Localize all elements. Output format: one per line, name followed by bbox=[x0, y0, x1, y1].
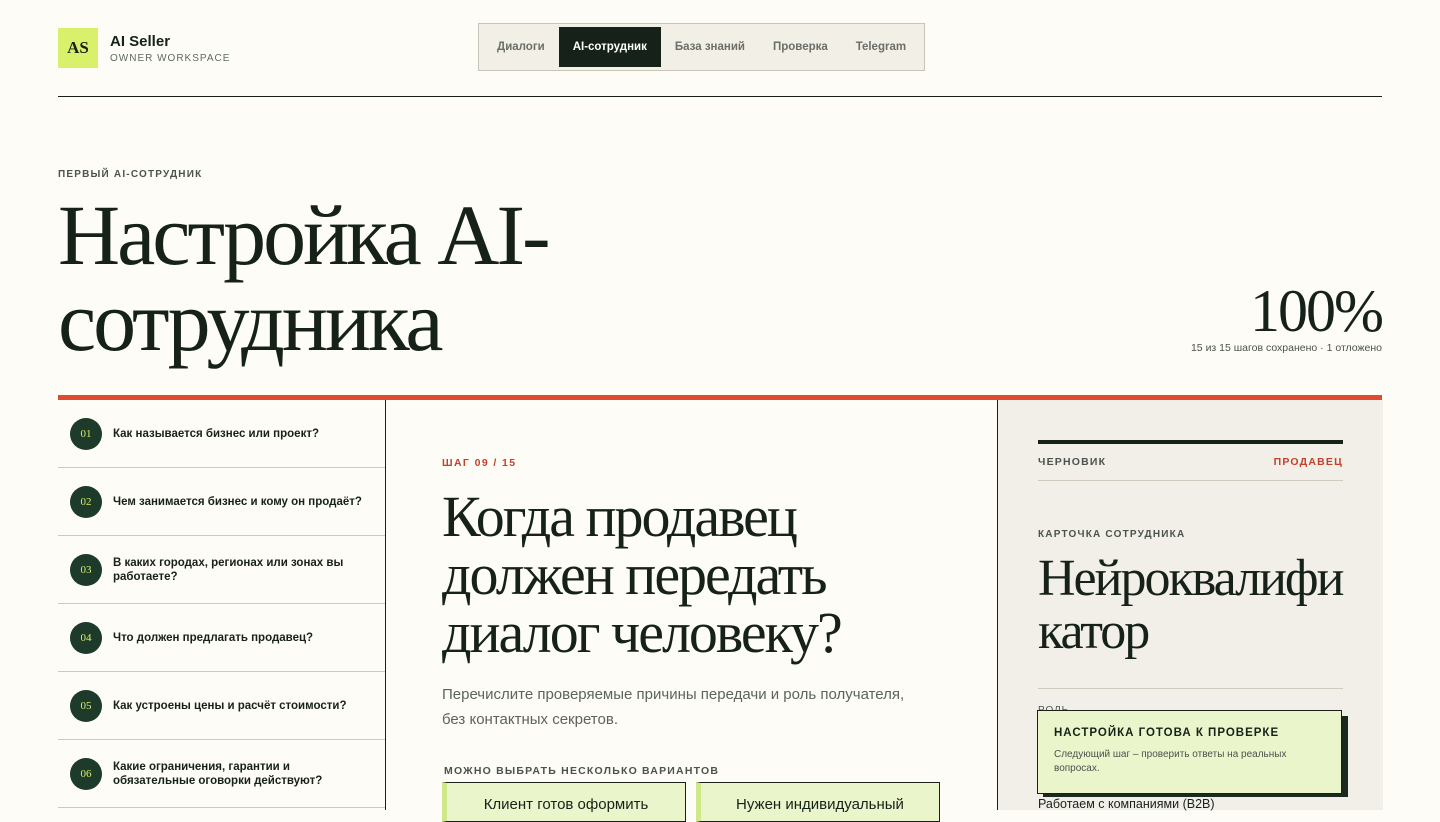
progress-note: 15 из 15 шагов сохранено · 1 отложено bbox=[1190, 342, 1382, 354]
tab-check[interactable]: Проверка bbox=[759, 27, 842, 67]
option-client-ready[interactable]: Клиент готов оформить bbox=[442, 782, 686, 822]
brand-name: AI Seller bbox=[110, 32, 171, 50]
tab-dialogs[interactable]: Диалоги bbox=[483, 27, 559, 67]
step-number: 03 bbox=[70, 553, 102, 586]
question-hint: Перечислите проверяемые причины передачи… bbox=[442, 686, 905, 728]
step-counter: ШАГ 09 / 15 bbox=[442, 457, 517, 469]
role-badge: ПРОДАВЕЦ bbox=[1273, 456, 1343, 468]
progress-value: 100% bbox=[1250, 278, 1384, 344]
step-number: 06 bbox=[70, 757, 102, 790]
steps-list: 01 Как называется бизнес или проект? 02 … bbox=[58, 400, 386, 810]
step-item[interactable]: 05 Как устроены цены и расчёт стоимости? bbox=[58, 672, 385, 740]
ready-toast[interactable]: НАСТРОЙКА ГОТОВА К ПРОВЕРКЕ Следующий ша… bbox=[1037, 710, 1342, 794]
step-label: Как называется бизнес или проект? bbox=[113, 427, 319, 440]
step-label: Какие ограничения, гарантии и обязательн… bbox=[113, 760, 323, 787]
divider bbox=[1038, 688, 1343, 689]
card-eyebrow: КАРТОЧКА СОТРУДНИКА bbox=[1038, 529, 1186, 540]
main-nav: Диалоги AI-сотрудник База знаний Проверк… bbox=[478, 23, 926, 71]
step-item[interactable]: 01 Как называется бизнес или проект? bbox=[58, 400, 385, 468]
step-label: В каких городах, регионах или зонах вы р… bbox=[113, 556, 344, 583]
employee-name: Нейроквалификатор bbox=[1038, 550, 1344, 660]
panel-header: ЧЕРНОВИК ПРОДАВЕЦ bbox=[1038, 440, 1343, 481]
step-item[interactable]: 03 В каких городах, регионах или зонах в… bbox=[58, 536, 385, 604]
step-label: Что должен предлагать продавец? bbox=[113, 631, 314, 644]
progress-block: 100% 15 из 15 шагов сохранено · 1 отложе… bbox=[1190, 278, 1384, 354]
multi-select-label: МОЖНО ВЫБРАТЬ НЕСКОЛЬКО ВАРИАНТОВ bbox=[444, 765, 720, 777]
option-individual[interactable]: Нужен индивидуальный bbox=[696, 782, 940, 822]
step-label: Как устроены цены и расчёт стоимости? bbox=[113, 699, 347, 712]
toast-title: НАСТРОЙКА ГОТОВА К ПРОВЕРКЕ bbox=[1054, 727, 1280, 739]
page-title: Настройка AI-сотрудника bbox=[58, 187, 551, 369]
draft-label: ЧЕРНОВИК bbox=[1038, 456, 1107, 468]
b2b-note: Работаем с компаниями (B2B) bbox=[1038, 797, 1215, 811]
top-bar: AS AI Seller OWNER WORKSPACE Диалоги AI-… bbox=[58, 0, 1382, 97]
logo-mark: AS bbox=[58, 28, 98, 68]
toast-text: Следующий шаг – проверить ответы на реал… bbox=[1054, 749, 1287, 774]
step-item[interactable]: 04 Что должен предлагать продавец? bbox=[58, 604, 385, 672]
step-number: 05 bbox=[70, 689, 102, 722]
question-panel: ШАГ 09 / 15 Когда продавец должен переда… bbox=[386, 400, 996, 822]
step-number: 01 bbox=[70, 417, 102, 450]
tab-ai-employee[interactable]: AI-сотрудник bbox=[558, 27, 661, 67]
step-number: 02 bbox=[70, 485, 102, 518]
tab-knowledge-base[interactable]: База знаний bbox=[661, 27, 759, 67]
question-title: Когда продавец должен передать диалог че… bbox=[442, 484, 843, 665]
step-item[interactable]: 02 Чем занимается бизнес и кому он прода… bbox=[58, 468, 385, 536]
step-label: Чем занимается бизнес и кому он продаёт? bbox=[113, 495, 362, 508]
step-number: 04 bbox=[70, 621, 102, 654]
brand-subtitle: OWNER WORKSPACE bbox=[110, 52, 231, 64]
hero-eyebrow: ПЕРВЫЙ AI-СОТРУДНИК bbox=[58, 169, 203, 180]
step-item[interactable]: 06 Какие ограничения, гарантии и обязате… bbox=[58, 740, 385, 808]
brand[interactable]: AS AI Seller OWNER WORKSPACE bbox=[58, 28, 230, 68]
tab-telegram[interactable]: Telegram bbox=[842, 27, 920, 67]
